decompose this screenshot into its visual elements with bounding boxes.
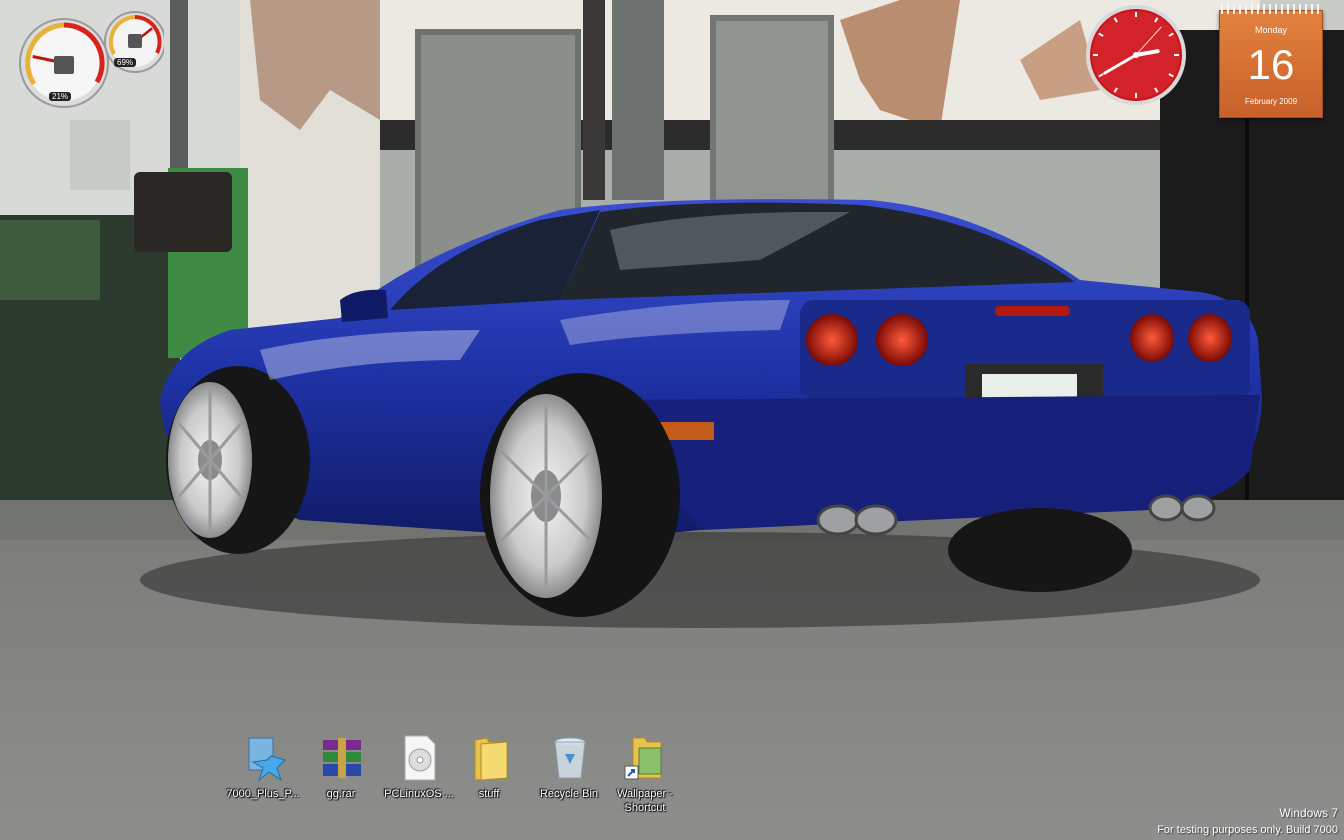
desktop-icon-label: gg.rar [326, 788, 356, 800]
desktop-icon-label: Recycle Bin [539, 788, 599, 800]
cpu-meter-dials [19, 11, 166, 108]
clock-face [1086, 5, 1186, 105]
clock-gadget[interactable] [1084, 3, 1188, 107]
desktop-icon-stuff[interactable]: stuff [452, 732, 526, 822]
desktop-icon-gg-rar[interactable]: gg.rar [304, 732, 378, 822]
calendar-date: 16 [1247, 41, 1295, 88]
recycle-bin-icon [554, 737, 586, 779]
installer-icon [248, 737, 286, 782]
calendar-gadget[interactable]: Monday 16 February 2009 [1219, 4, 1323, 118]
desktop-icon-wallpaper-shortcut[interactable]: Wallpaper - Shortcut [608, 732, 682, 822]
winrar-archive-icon [323, 738, 361, 778]
cpu-meter-gadget[interactable]: 21% 69% [14, 6, 166, 118]
desktop-icon-label: Wallpaper - Shortcut [617, 788, 673, 814]
disc-image-file-icon [404, 735, 436, 781]
cpu-usage-label: 21% [49, 92, 72, 101]
calendar-weekday: Monday [1254, 25, 1288, 35]
desktop-wallpaper [0, 0, 1344, 840]
desktop-icon-recycle-bin[interactable]: Recycle Bin [532, 732, 606, 822]
folder-icon [474, 737, 508, 781]
calendar-month-year: February 2009 [1244, 97, 1298, 106]
desktop-icon-pclinuxos[interactable]: PCLinuxOS ... [382, 732, 456, 822]
desktop-icon-label: stuff [478, 788, 500, 800]
calendar-rings [1221, 4, 1319, 14]
desktop-icon-label: 7000_Plus_P... [226, 788, 300, 800]
calendar-page: Monday 16 February 2009 [1219, 10, 1323, 118]
desktop-icon-installer[interactable]: 7000_Plus_P... [226, 732, 300, 822]
desktop-icon-area: 7000_Plus_P... gg.rar PCLinuxOS ... stuf… [226, 732, 686, 824]
desktop-icon-label: PCLinuxOS ... [384, 788, 454, 800]
build-watermark: For testing purposes only. Build 7000 [1157, 824, 1338, 836]
windows-version-watermark: Windows 7 [1279, 806, 1338, 820]
memory-usage-label: 69% [114, 58, 137, 67]
folder-shortcut-icon [624, 737, 662, 780]
